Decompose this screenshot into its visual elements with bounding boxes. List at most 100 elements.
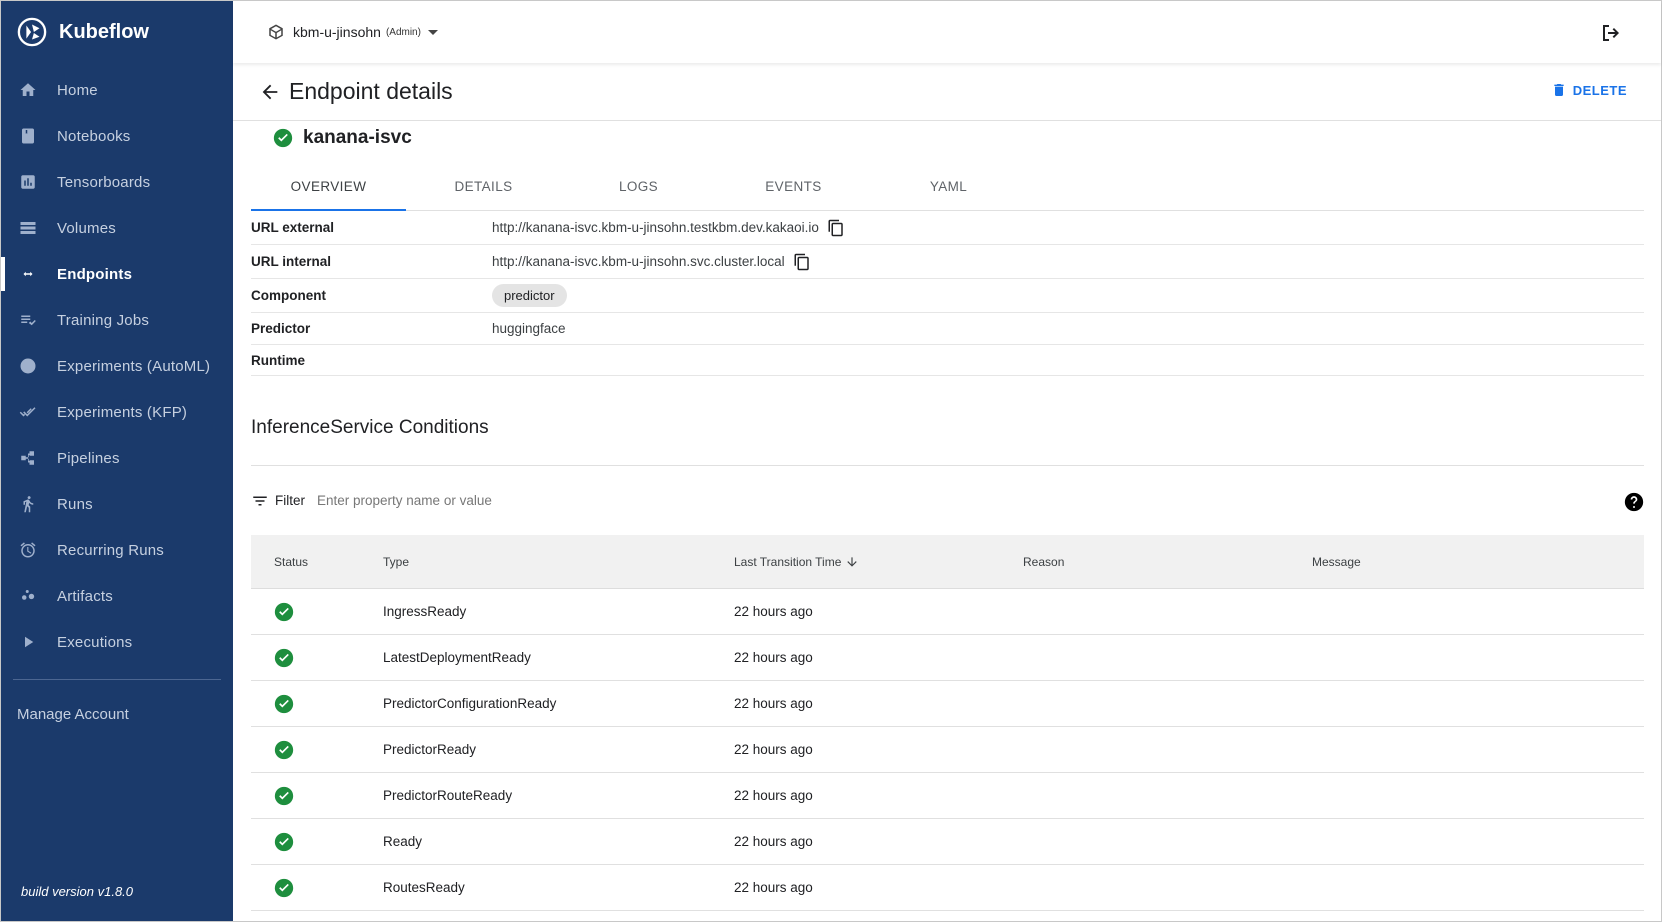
filter-bar: Filter	[251, 465, 1644, 535]
time-cell: 22 hours ago	[734, 604, 813, 619]
sidebar-item-label: Executions	[57, 633, 133, 651]
url-external-value: http://kanana-isvc.kbm-u-jinsohn.testkbm…	[492, 220, 819, 235]
copy-icon[interactable]	[827, 219, 845, 237]
overview-row-component: Component predictor	[251, 279, 1644, 313]
table-body: IngressReady 22 hours ago LatestDeployment…	[251, 589, 1644, 911]
url-external-label: URL external	[251, 220, 335, 235]
sidebar-divider	[13, 679, 221, 680]
tab-events[interactable]: EVENTS	[716, 163, 871, 210]
back-arrow-icon[interactable]	[259, 81, 281, 103]
sidebar-item-notebooks[interactable]: Notebooks	[1, 113, 233, 159]
playlist-icon	[19, 311, 37, 329]
tab-overview[interactable]: OVERVIEW	[251, 163, 406, 211]
overview-panel: URL external http://kanana-isvc.kbm-u-ji…	[251, 211, 1644, 376]
type-cell: Ready	[383, 834, 423, 849]
sidebar-item-label: Experiments (AutoML)	[57, 357, 211, 375]
status-cell	[251, 832, 383, 852]
column-status[interactable]: Status	[251, 555, 383, 569]
table-row: PredictorReady 22 hours ago	[251, 727, 1644, 773]
sidebar-item-label: Tensorboards	[57, 173, 151, 191]
chart-icon	[19, 173, 37, 191]
namespace-selector[interactable]: kbm-u-jinsohn (Admin)	[267, 23, 438, 41]
tab-logs[interactable]: LOGS	[561, 163, 716, 210]
column-type[interactable]: Type	[383, 555, 734, 569]
sidebar-item-volumes[interactable]: Volumes	[1, 205, 233, 251]
arrow-down-icon	[847, 556, 858, 567]
sidebar-item-pipelines[interactable]: Pipelines	[1, 435, 233, 481]
delete-button[interactable]: DELETE	[1551, 82, 1627, 98]
column-time-label: Last Transition Time	[734, 554, 842, 569]
copy-icon[interactable]	[793, 253, 811, 271]
cube-icon	[269, 24, 283, 40]
sidebar-item-artifacts[interactable]: Artifacts	[1, 573, 233, 619]
build-version: build version v1.8.0	[21, 884, 134, 899]
sidebar-item-home[interactable]: Home	[1, 67, 233, 113]
endpoint-icon	[19, 265, 37, 283]
time-cell: 22 hours ago	[734, 742, 813, 757]
time-cell: 22 hours ago	[734, 650, 813, 665]
namespace-role: (Admin)	[385, 26, 421, 38]
overview-row-predictor: Predictor huggingface	[251, 313, 1644, 345]
sidebar-item-training-jobs[interactable]: Training Jobs	[1, 297, 233, 343]
namespace-name: kbm-u-jinsohn	[293, 24, 381, 40]
kubeflow-logo-icon	[17, 17, 47, 47]
sidebar-item-label: Volumes	[57, 219, 116, 237]
page-title: Endpoint details	[289, 78, 453, 104]
filter-icon	[253, 496, 267, 505]
url-internal-value: http://kanana-isvc.kbm-u-jinsohn.svc.clu…	[492, 254, 785, 269]
service-name: kanana-isvc	[273, 127, 412, 149]
pipeline-icon	[19, 449, 37, 467]
sidebar-item-label: Training Jobs	[57, 311, 150, 329]
sidebar-item-label: Recurring Runs	[57, 541, 165, 559]
sidebar-item-tensorboards[interactable]: Tensorboards	[1, 159, 233, 205]
service-name-text: kanana-isvc	[303, 127, 412, 148]
trash-icon	[1554, 84, 1564, 96]
check-circle-icon	[274, 786, 294, 805]
logout-icon[interactable]	[1599, 21, 1623, 45]
checks-icon	[19, 403, 37, 421]
overview-row-url-external: URL external http://kanana-isvc.kbm-u-ji…	[251, 211, 1644, 245]
brand[interactable]: Kubeflow	[1, 1, 233, 63]
sidebar-item-endpoints[interactable]: Endpoints	[1, 251, 233, 297]
component-chip: predictor	[492, 284, 567, 307]
check-circle-icon	[274, 832, 294, 851]
component-label: Component	[251, 288, 326, 303]
sidebar-item-label: Endpoints	[57, 265, 133, 283]
table-row: PredictorConfigurationReady 22 hours ago	[251, 681, 1644, 727]
type-cell: PredictorReady	[383, 742, 477, 757]
sidebar-nav: Home Notebooks Tensorboards Volumes Endpoint…	[1, 67, 233, 665]
table-row: LatestDeploymentReady 22 hours ago	[251, 635, 1644, 681]
type-cell: RoutesReady	[383, 880, 465, 895]
manage-account-link[interactable]: Manage Account	[1, 694, 233, 734]
bubbles-icon	[19, 587, 37, 605]
table-row: RoutesReady 22 hours ago	[251, 865, 1644, 911]
sidebar-item-label: Artifacts	[57, 587, 113, 605]
table-row: PredictorRouteReady 22 hours ago	[251, 773, 1644, 819]
column-last-transition-time[interactable]: Last Transition Time	[734, 555, 1023, 569]
type-cell: PredictorRouteReady	[383, 788, 513, 803]
tab-yaml[interactable]: YAML	[871, 163, 1026, 210]
sidebar-item-experiments-kfp[interactable]: Experiments (KFP)	[1, 389, 233, 435]
sidebar-item-experiments-automl[interactable]: Experiments (AutoML)	[1, 343, 233, 389]
url-internal-label: URL internal	[251, 254, 332, 269]
check-circle-icon	[274, 740, 294, 759]
predictor-value: huggingface	[492, 321, 566, 336]
sidebar-item-executions[interactable]: Executions	[1, 619, 233, 665]
sidebar: Kubeflow Home Notebooks Tensorboards Volume…	[1, 1, 233, 921]
status-cell	[251, 648, 383, 668]
notebook-icon	[19, 127, 37, 145]
chevron-down-icon	[427, 29, 438, 35]
column-reason[interactable]: Reason	[1023, 555, 1312, 569]
table-row: Ready 22 hours ago	[251, 819, 1644, 865]
globe-icon	[19, 357, 37, 375]
sidebar-item-label: Home	[57, 81, 98, 99]
check-circle-icon	[274, 878, 294, 897]
time-cell: 22 hours ago	[734, 696, 813, 711]
type-cell: IngressReady	[383, 604, 467, 619]
sidebar-item-runs[interactable]: Runs	[1, 481, 233, 527]
tab-details[interactable]: DETAILS	[406, 163, 561, 210]
filter-input[interactable]	[317, 493, 717, 508]
column-message[interactable]: Message	[1312, 555, 1644, 569]
sidebar-item-recurring-runs[interactable]: Recurring Runs	[1, 527, 233, 573]
help-icon[interactable]	[1624, 492, 1644, 512]
